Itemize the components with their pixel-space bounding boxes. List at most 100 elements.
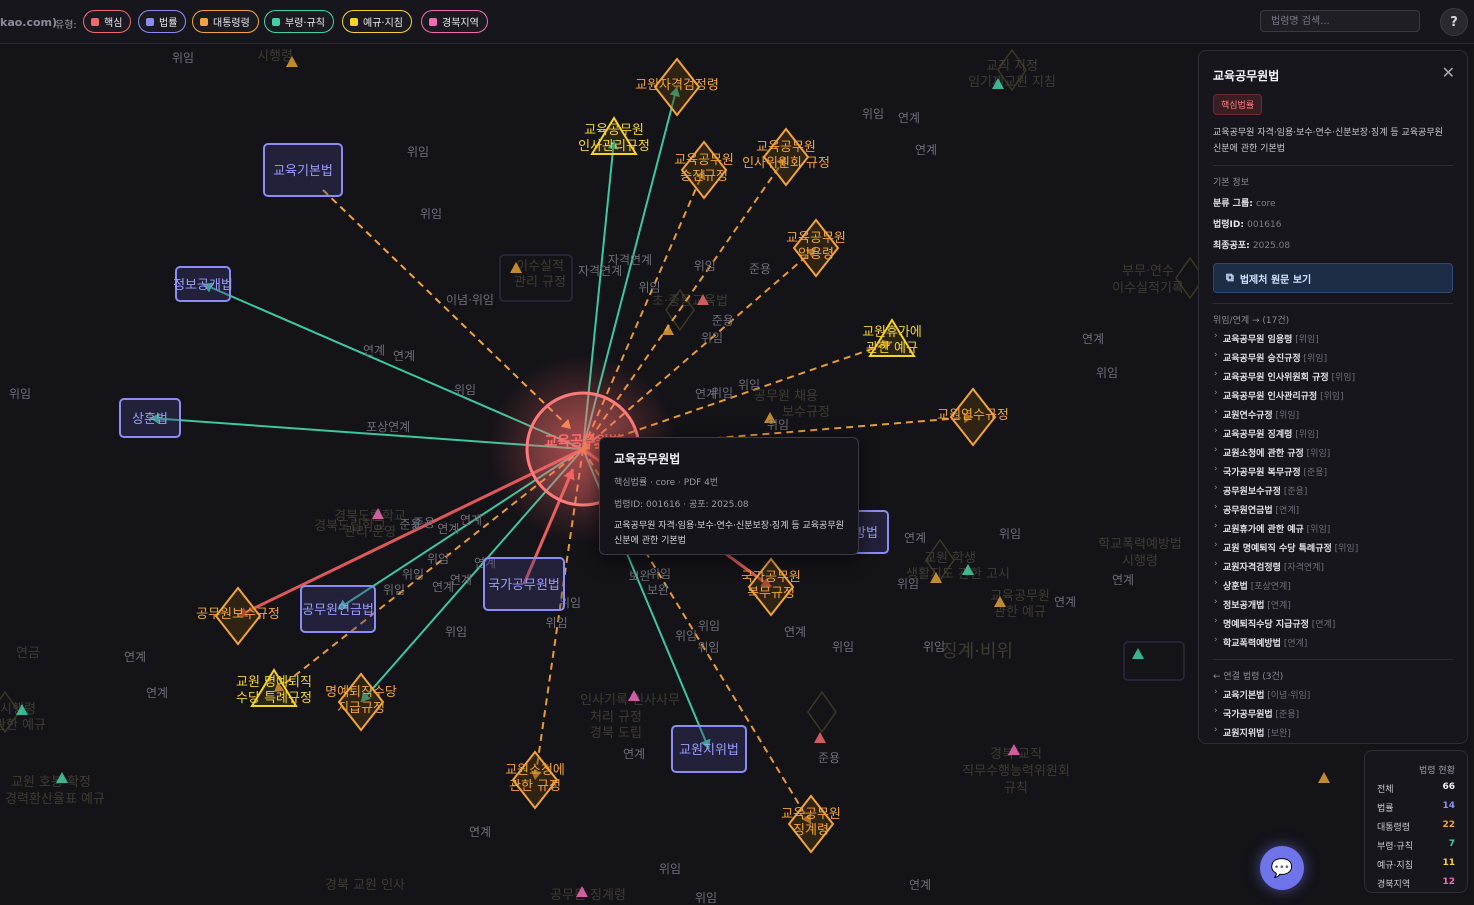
edge-label: 연계 [1112,573,1134,587]
decree-node-label: 임용령 [798,247,834,262]
faded-label: 직무수행능력위원회 [962,763,1070,779]
chat-button[interactable]: 💬 [1260,846,1304,890]
edge-label: 연계 [1054,595,1076,609]
open-source-button[interactable]: ⧉ 법제처 원문 보기 [1213,263,1453,293]
edge-label: 위임 [454,383,476,397]
filter-chip-decree[interactable]: 대통령령 [192,10,259,33]
decree-node-label: 수당 특례규정 [236,691,312,706]
delegation-item[interactable]: 교육공무원 인사관리규정 [위임] [1213,388,1453,402]
edge-label: 위임 [659,862,681,876]
chip-label: 법률 [159,18,178,29]
edge-label: 준용 [413,516,435,530]
swatch-icon [91,17,99,26]
edge-label: 연계 [915,143,937,157]
swatch-icon [146,17,154,26]
delegation-item[interactable]: 교육공무원 승진규정 [위임] [1213,350,1453,364]
incoming-item[interactable]: 교원지위법 [보완] [1213,725,1453,739]
decree-node-label: 명예퇴직수당 [325,685,397,700]
external-link-icon: ⧉ [1226,271,1234,284]
delegation-item[interactable]: 교육공무원 임용령 [위임] [1213,331,1453,345]
decree-node-label: 지급규정 [337,701,385,716]
group-row: 분류 그룹: core [1213,199,1276,209]
filter-chip-region[interactable]: 경북지역 [421,10,488,33]
edge-label: 위임 [639,281,661,295]
filter-chip-law[interactable]: 법률 [138,10,187,33]
open-source-label: 법제처 원문 보기 [1239,274,1312,286]
edge-label: 보완 [629,569,651,583]
law-node-label: 교육기본법 [273,164,333,179]
edge-label: 위임 [1096,366,1118,380]
tooltip-desc: 교육공무원 자격·임용·보수·연수·신분보장·징계 등 교육공무원 신분에 관한… [614,521,844,546]
decree-node-label: 공무원보수규정 [196,607,280,622]
incoming-item[interactable]: 국가공무원법 [준용] [1213,706,1453,720]
faded-label: 생활지도 관한 고시 [906,567,1010,582]
chip-label: 대통령령 [213,18,250,29]
faded-label: 이수실적기록 [1112,281,1184,296]
edge-label: 위임 [694,259,716,273]
faded-label: 경북도립학교 [314,519,386,534]
edge-label: 이념·위임 [446,293,494,307]
chip-label: 경북지역 [442,18,479,29]
edge-label: 위임 [407,145,429,159]
tooltip-meta: 핵심법률 · core · PDF 4번 [614,478,719,488]
decree-node-label: 관한 규정 [509,779,561,794]
chip-label: 부령·규칙 [285,18,325,29]
incoming-item[interactable]: 교육기본법 [이념·위임] [1213,687,1453,701]
edge-label: 위임 [697,640,719,654]
delegation-item[interactable]: 정보공개법 [연계] [1213,597,1453,611]
edge-label: 연계 [909,878,931,892]
stats-row: 경북지역 12 [1377,877,1455,890]
edge-label: 연계 [432,580,454,594]
edge-label: 위임 [675,629,697,643]
swatch-icon [200,17,208,26]
faded-label: 교원 호봉 확정 [11,775,91,790]
edge-label: 연계 [469,825,491,839]
delegation-item[interactable]: 상훈법 [포상연계] [1213,578,1453,592]
delegation-item[interactable]: 교원 명예퇴직 수당 특례규정 [위임] [1213,540,1453,554]
tooltip-meta-id: 법령ID: 001616 · 공포: 2025.08 [614,500,749,510]
node-tooltip: 교육공무원법 핵심법률 · core · PDF 4번 법령ID: 001616… [599,437,859,555]
edge-label: 준용 [818,751,840,765]
edge-label: 포상연계 [366,420,410,434]
edge-label: 연계 [623,747,645,761]
filter-chip-rule[interactable]: 부령·규칙 [264,10,334,33]
edge-label: 위임 [383,583,405,597]
basic-info-label: 기본 정보 [1213,178,1249,188]
edge-label: 보완 [647,583,669,597]
filter-chip-core[interactable]: 핵심 [83,10,132,33]
faded-label: 임기제교원 지침 [968,75,1056,90]
delegation-item[interactable]: 명예퇴직수당 지급규정 [연계] [1213,616,1453,630]
edge-label: 위임 [738,378,760,392]
filter-chip-directive[interactable]: 예규·지침 [342,10,412,33]
delegation-item[interactable]: 교원연수규정 [위임] [1213,407,1453,421]
delegation-item[interactable]: 공무원연금법 [연계] [1213,502,1453,516]
decree-node-label: 국가공무원 [741,570,801,585]
edge-label: 위임 [9,387,31,401]
delegation-item[interactable]: 교육공무원 징계령 [위임] [1213,426,1453,440]
faded-label: 공무원 채용 [754,389,818,404]
edge-label: 위임 [172,51,194,65]
edge-label: 위임 [862,107,884,121]
delegation-item[interactable]: 학교폭력예방법 [연계] [1213,635,1453,649]
search-input[interactable] [1260,10,1420,32]
chip-label: 예규·지침 [363,18,403,29]
delegation-item[interactable]: 교원휴가에 관한 예규 [위임] [1213,521,1453,535]
decree-node-label: 교원소청에 [505,763,565,778]
faded-label: 처리 규정 [590,710,642,725]
close-icon[interactable]: ✕ [1442,63,1455,82]
decree-node-label: 교육공무원 [584,123,644,138]
help-button[interactable]: ? [1440,8,1468,36]
delegation-item[interactable]: 교육공무원 인사위원회 규정 [위임] [1213,369,1453,383]
faded-label: 연금 [16,646,40,661]
edge-label: 위임 [999,527,1021,541]
faded-label: 경북 도립 [590,726,642,741]
faded-label: 관리 규정 [514,275,566,290]
edge-label: 연계 [363,343,385,357]
delegation-item[interactable]: 국가공무원 복무규정 [준용] [1213,464,1453,478]
delegation-item[interactable]: 공무원보수규정 [준용] [1213,483,1453,497]
delegation-item[interactable]: 교원자격검정령 [자격연계] [1213,559,1453,573]
delegation-item[interactable]: 교원소청에 관한 규정 [위임] [1213,445,1453,459]
stats-row: 부령·규칙 7 [1377,839,1455,852]
edge-label: 위임 [445,625,467,639]
edge-label: 연계 [460,513,482,527]
